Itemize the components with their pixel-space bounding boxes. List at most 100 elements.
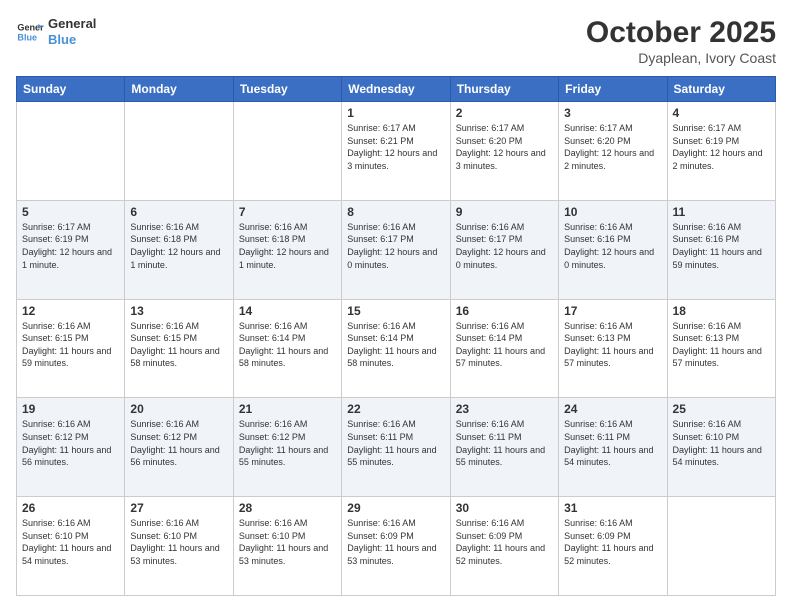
calendar-cell: 1 Sunrise: 6:17 AM Sunset: 6:21 PM Daylig… [342,102,450,201]
weekday-header-row: SundayMondayTuesdayWednesdayThursdayFrid… [17,77,776,102]
day-number: 9 [456,205,553,219]
day-info: Sunrise: 6:16 AM Sunset: 6:11 PM Dayligh… [456,418,553,468]
weekday-header-monday: Monday [125,77,233,102]
day-info: Sunrise: 6:16 AM Sunset: 6:13 PM Dayligh… [564,320,661,370]
calendar-cell: 25Sunrise: 6:16 AM Sunset: 6:10 PM Dayli… [667,398,775,497]
day-number: 26 [22,501,119,515]
day-info: Sunrise: 6:16 AM Sunset: 6:18 PM Dayligh… [239,221,336,271]
logo: General Blue General Blue [16,16,96,47]
weekday-header-friday: Friday [559,77,667,102]
day-number: 28 [239,501,336,515]
calendar-cell: 3 Sunrise: 6:17 AM Sunset: 6:20 PM Daylig… [559,102,667,201]
day-info: Sunrise: 6:16 AM Sunset: 6:14 PM Dayligh… [239,320,336,370]
day-info: Sunrise: 6:16 AM Sunset: 6:15 PM Dayligh… [130,320,227,370]
day-info: Sunrise: 6:16 AM Sunset: 6:12 PM Dayligh… [130,418,227,468]
day-number: 30 [456,501,553,515]
day-number: 31 [564,501,661,515]
day-number: 21 [239,402,336,416]
title-block: October 2025 Dyaplean, Ivory Coast [586,16,776,66]
day-info: Sunrise: 6:16 AM Sunset: 6:10 PM Dayligh… [22,517,119,567]
calendar-cell [17,102,125,201]
day-number: 8 [347,205,444,219]
location: Dyaplean, Ivory Coast [586,50,776,66]
day-info: Sunrise: 6:16 AM Sunset: 6:11 PM Dayligh… [564,418,661,468]
calendar-cell: 4 Sunrise: 6:17 AM Sunset: 6:19 PM Daylig… [667,102,775,201]
calendar-cell: 9 Sunrise: 6:16 AM Sunset: 6:17 PM Daylig… [450,200,558,299]
day-number: 2 [456,106,553,120]
day-number: 16 [456,304,553,318]
logo-icon: General Blue [16,18,44,46]
day-number: 7 [239,205,336,219]
day-number: 5 [22,205,119,219]
day-info: Sunrise: 6:17 AM Sunset: 6:21 PM Dayligh… [347,122,444,172]
day-number: 6 [130,205,227,219]
day-info: Sunrise: 6:17 AM Sunset: 6:20 PM Dayligh… [564,122,661,172]
logo-line1: General [48,16,96,32]
day-info: Sunrise: 6:16 AM Sunset: 6:13 PM Dayligh… [673,320,770,370]
day-number: 23 [456,402,553,416]
day-number: 22 [347,402,444,416]
calendar-cell: 26 Sunrise: 6:16 AM Sunset: 6:10 PM Dayli… [17,497,125,596]
day-number: 3 [564,106,661,120]
day-number: 13 [130,304,227,318]
calendar-cell: 28 Sunrise: 6:16 AM Sunset: 6:10 PM Dayli… [233,497,341,596]
day-number: 4 [673,106,770,120]
day-info: Sunrise: 6:16 AM Sunset: 6:14 PM Dayligh… [347,320,444,370]
day-info: Sunrise: 6:16 AM Sunset: 6:09 PM Dayligh… [456,517,553,567]
logo-line2: Blue [48,32,96,48]
month-title: October 2025 [586,16,776,50]
day-info: Sunrise: 6:16 AM Sunset: 6:11 PM Dayligh… [347,418,444,468]
weekday-header-sunday: Sunday [17,77,125,102]
day-info: Sunrise: 6:16 AM Sunset: 6:15 PM Dayligh… [22,320,119,370]
day-info: Sunrise: 6:17 AM Sunset: 6:19 PM Dayligh… [22,221,119,271]
day-info: Sunrise: 6:16 AM Sunset: 6:16 PM Dayligh… [564,221,661,271]
calendar-cell: 6Sunrise: 6:16 AM Sunset: 6:18 PM Daylig… [125,200,233,299]
day-number: 29 [347,501,444,515]
day-info: Sunrise: 6:16 AM Sunset: 6:10 PM Dayligh… [239,517,336,567]
day-number: 11 [673,205,770,219]
day-info: Sunrise: 6:17 AM Sunset: 6:19 PM Dayligh… [673,122,770,172]
day-info: Sunrise: 6:16 AM Sunset: 6:12 PM Dayligh… [22,418,119,468]
day-number: 24 [564,402,661,416]
calendar-cell: 13 Sunrise: 6:16 AM Sunset: 6:15 PM Dayli… [125,299,233,398]
svg-text:Blue: Blue [17,32,37,42]
day-number: 15 [347,304,444,318]
day-number: 10 [564,205,661,219]
calendar-row-0: 1 Sunrise: 6:17 AM Sunset: 6:21 PM Daylig… [17,102,776,201]
calendar-cell: 30 Sunrise: 6:16 AM Sunset: 6:09 PM Dayli… [450,497,558,596]
calendar-cell: 31Sunrise: 6:16 AM Sunset: 6:09 PM Dayli… [559,497,667,596]
calendar-cell: 15 Sunrise: 6:16 AM Sunset: 6:14 PM Dayli… [342,299,450,398]
calendar-cell: 27 Sunrise: 6:16 AM Sunset: 6:10 PM Dayli… [125,497,233,596]
calendar-cell: 20Sunrise: 6:16 AM Sunset: 6:12 PM Dayli… [125,398,233,497]
calendar-cell: 10 Sunrise: 6:16 AM Sunset: 6:16 PM Dayli… [559,200,667,299]
calendar-cell: 7 Sunrise: 6:16 AM Sunset: 6:18 PM Daylig… [233,200,341,299]
calendar-cell: 21Sunrise: 6:16 AM Sunset: 6:12 PM Dayli… [233,398,341,497]
calendar-cell: 2 Sunrise: 6:17 AM Sunset: 6:20 PM Daylig… [450,102,558,201]
day-number: 27 [130,501,227,515]
day-info: Sunrise: 6:16 AM Sunset: 6:16 PM Dayligh… [673,221,770,271]
day-number: 14 [239,304,336,318]
calendar-cell: 22 Sunrise: 6:16 AM Sunset: 6:11 PM Dayli… [342,398,450,497]
weekday-header-saturday: Saturday [667,77,775,102]
calendar-row-2: 12Sunrise: 6:16 AM Sunset: 6:15 PM Dayli… [17,299,776,398]
calendar-cell: 17 Sunrise: 6:16 AM Sunset: 6:13 PM Dayli… [559,299,667,398]
calendar-table: SundayMondayTuesdayWednesdayThursdayFrid… [16,76,776,596]
day-info: Sunrise: 6:16 AM Sunset: 6:10 PM Dayligh… [130,517,227,567]
calendar-cell: 11 Sunrise: 6:16 AM Sunset: 6:16 PM Dayli… [667,200,775,299]
calendar-cell: 8Sunrise: 6:16 AM Sunset: 6:17 PM Daylig… [342,200,450,299]
day-number: 1 [347,106,444,120]
day-info: Sunrise: 6:16 AM Sunset: 6:17 PM Dayligh… [456,221,553,271]
calendar-cell: 29 Sunrise: 6:16 AM Sunset: 6:09 PM Dayli… [342,497,450,596]
day-number: 17 [564,304,661,318]
page: General Blue General Blue October 2025 D… [0,0,792,612]
calendar-cell: 14 Sunrise: 6:16 AM Sunset: 6:14 PM Dayli… [233,299,341,398]
calendar-cell: 5 Sunrise: 6:17 AM Sunset: 6:19 PM Daylig… [17,200,125,299]
calendar-cell: 24 Sunrise: 6:16 AM Sunset: 6:11 PM Dayli… [559,398,667,497]
calendar-cell: 19Sunrise: 6:16 AM Sunset: 6:12 PM Dayli… [17,398,125,497]
calendar-row-4: 26 Sunrise: 6:16 AM Sunset: 6:10 PM Dayli… [17,497,776,596]
day-info: Sunrise: 6:17 AM Sunset: 6:20 PM Dayligh… [456,122,553,172]
weekday-header-wednesday: Wednesday [342,77,450,102]
calendar-cell [233,102,341,201]
calendar-cell: 16Sunrise: 6:16 AM Sunset: 6:14 PM Dayli… [450,299,558,398]
day-info: Sunrise: 6:16 AM Sunset: 6:09 PM Dayligh… [347,517,444,567]
